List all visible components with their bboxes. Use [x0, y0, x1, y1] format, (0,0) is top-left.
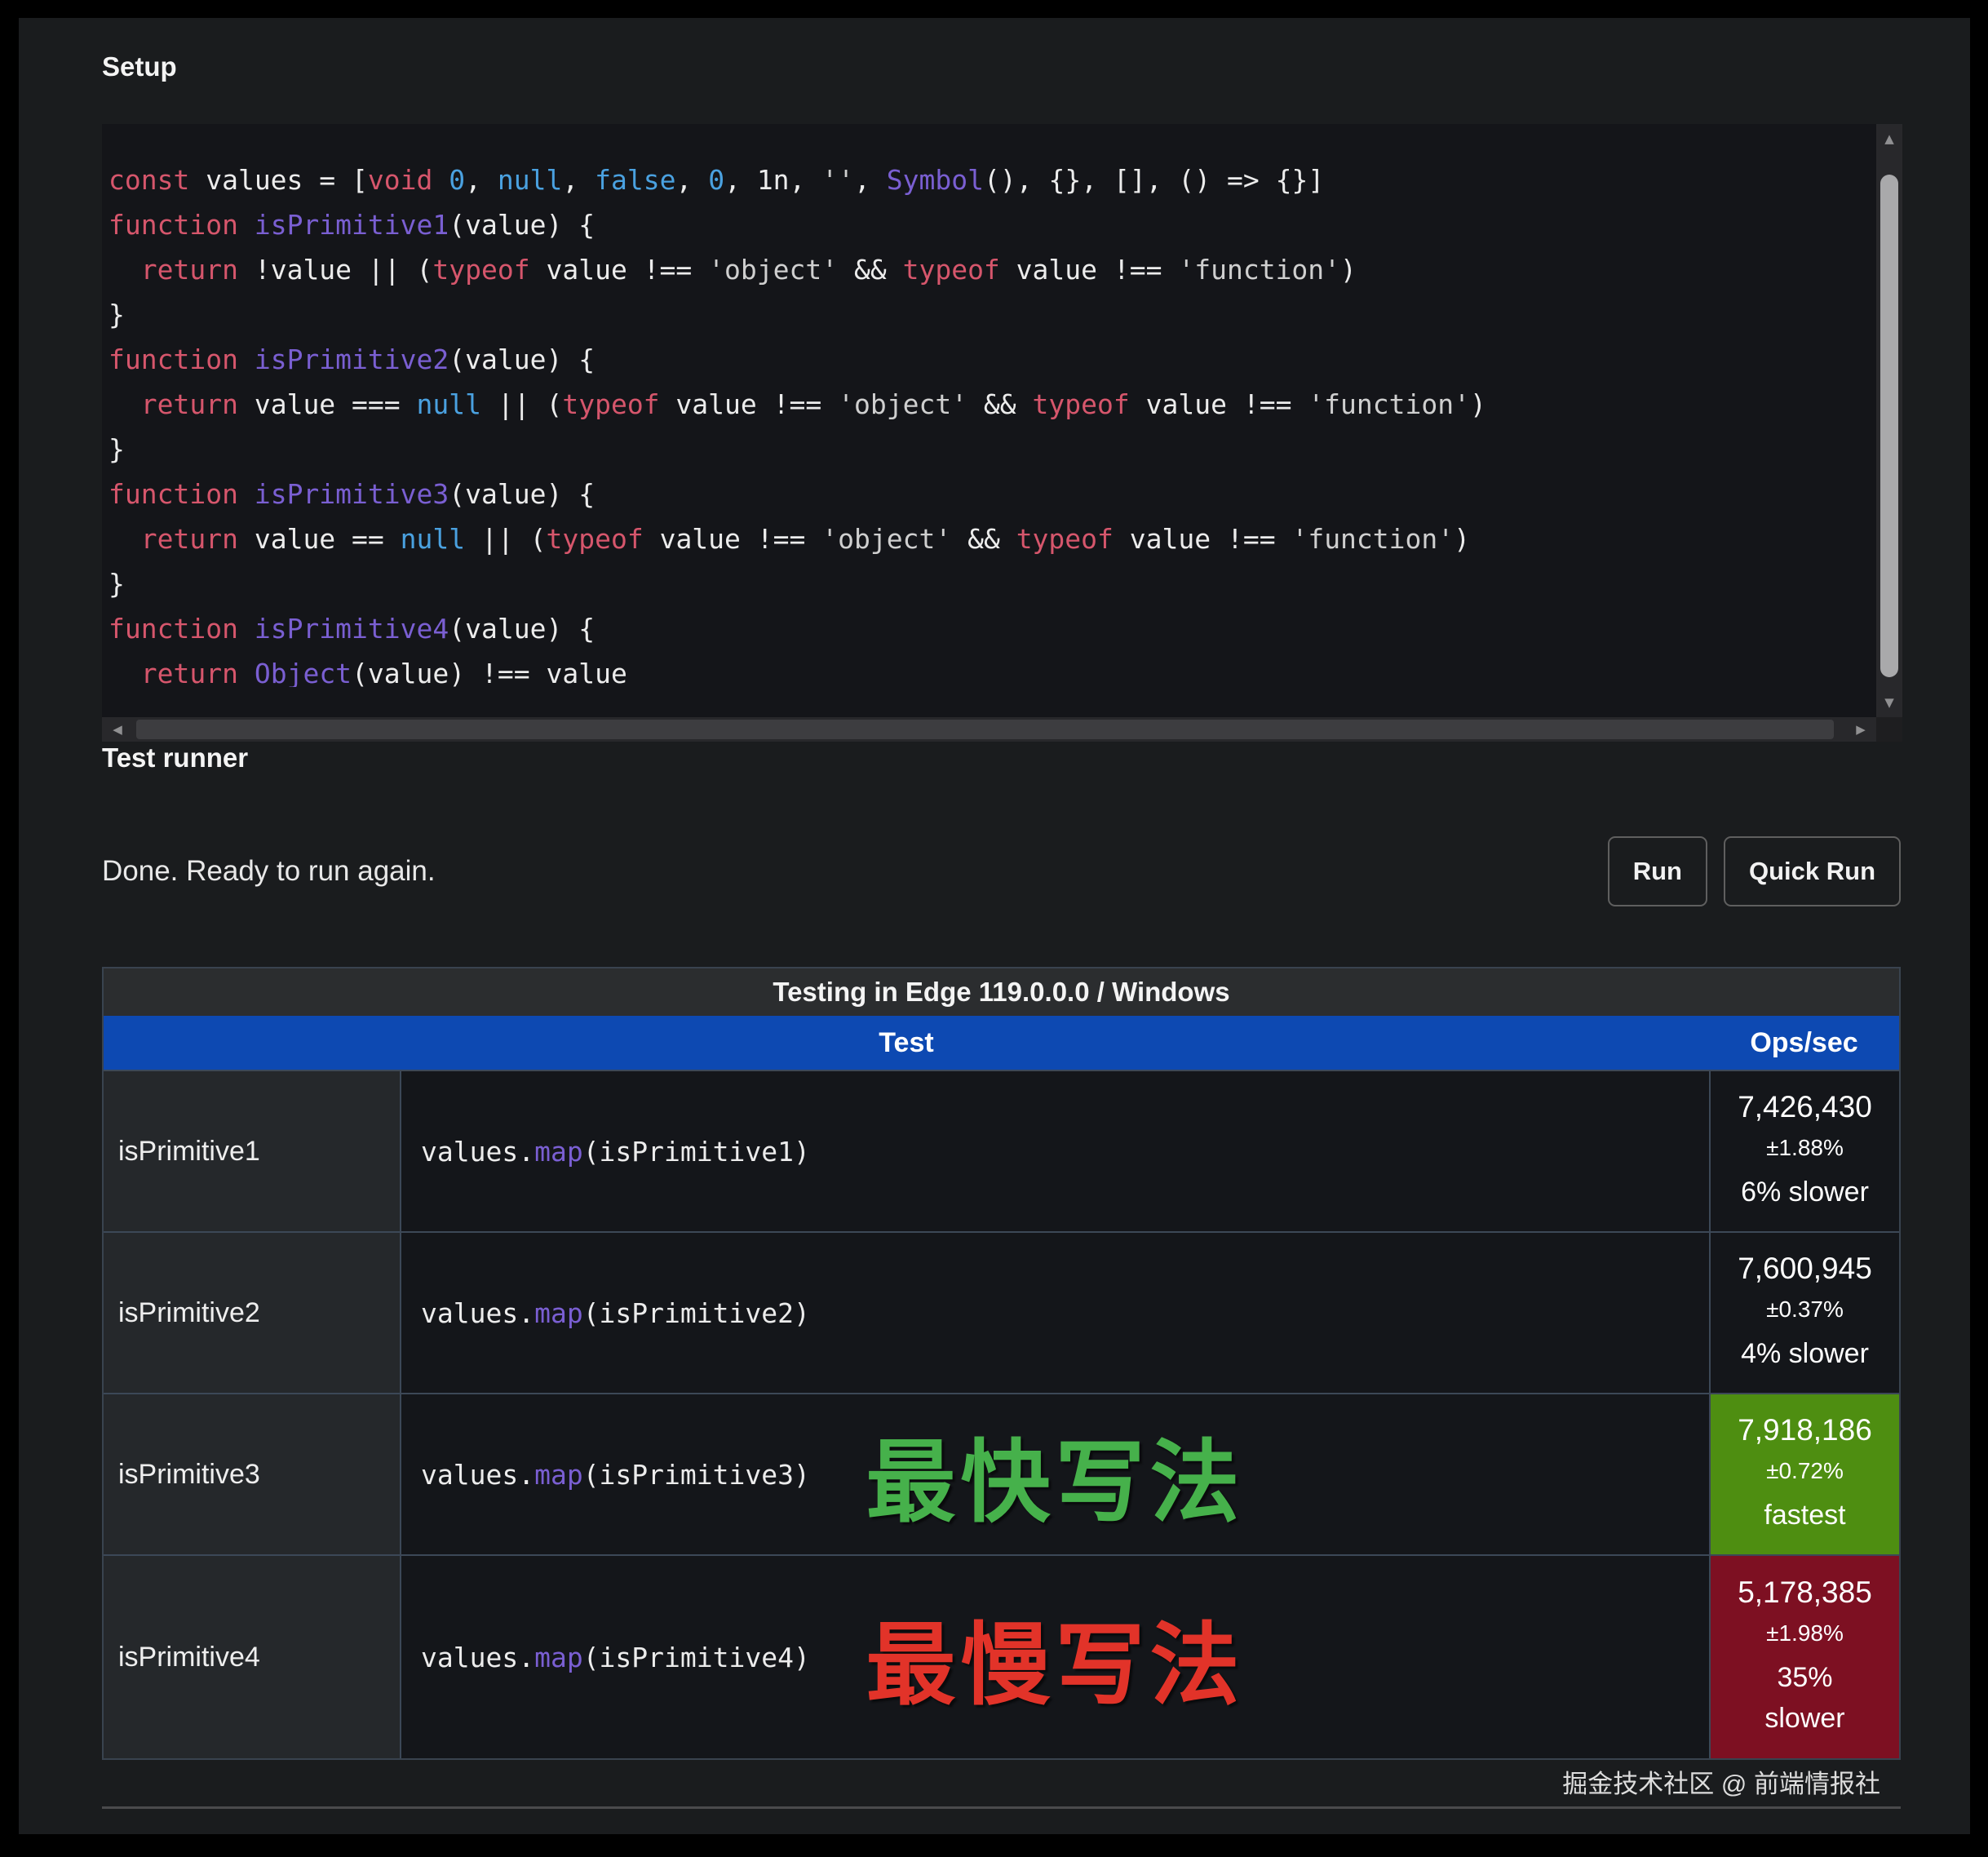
ops-value: 7,600,945 — [1738, 1252, 1872, 1286]
annotation-overlay: 最慢写法 — [866, 1592, 1245, 1722]
test-name-cell: isPrimitive4 — [104, 1556, 401, 1758]
ops-status: 4% slower — [1741, 1333, 1869, 1374]
test-name-cell: isPrimitive2 — [104, 1233, 401, 1393]
test-name-cell: isPrimitive3 — [104, 1394, 401, 1554]
test-runner-bar: Done. Ready to run again. Run Quick Run — [102, 836, 1901, 906]
runner-buttons: Run Quick Run — [1608, 836, 1901, 906]
runner-status: Done. Ready to run again. — [102, 855, 436, 888]
test-code: values.map(isPrimitive1) — [421, 1136, 810, 1168]
ops-cell: 5,178,385 ±1.98% 35%slower — [1709, 1556, 1899, 1758]
test-name: isPrimitive4 — [118, 1642, 260, 1673]
ops-status: 6% slower — [1741, 1172, 1869, 1212]
ops-error-margin: ±1.88% — [1766, 1135, 1844, 1161]
result-row: isPrimitive4 values.map(isPrimitive4) 最慢… — [104, 1554, 1899, 1758]
test-name: isPrimitive2 — [118, 1297, 260, 1329]
setup-heading: Setup — [102, 18, 1970, 83]
setup-code-editor[interactable]: const values = [void 0, null, false, 0, … — [102, 124, 1902, 742]
results-header: Test Ops/sec — [104, 1016, 1899, 1070]
scroll-right-arrow-icon[interactable]: ▶ — [1847, 717, 1875, 742]
test-code-cell: values.map(isPrimitive3) 最快写法 — [401, 1394, 1709, 1554]
test-code-cell: values.map(isPrimitive2) — [401, 1233, 1709, 1393]
ops-value: 5,178,385 — [1738, 1576, 1872, 1610]
ops-error-margin: ±1.98% — [1766, 1620, 1844, 1646]
ops-error-margin: ±0.37% — [1766, 1296, 1844, 1323]
ops-cell: 7,600,945 ±0.37% 4% slower — [1709, 1233, 1899, 1393]
benchmark-panel: Setup const values = [void 0, null, fals… — [19, 18, 1970, 1834]
result-row: isPrimitive2 values.map(isPrimitive2) 7,… — [104, 1231, 1899, 1393]
scroll-down-arrow-icon[interactable]: ▼ — [1876, 689, 1902, 716]
horizontal-scrollbar[interactable]: ◀ ▶ — [102, 717, 1876, 742]
watermark: 掘金技术社区 @ 前端情报社 — [19, 1763, 1880, 1800]
vertical-scrollbar[interactable]: ▲ ▼ — [1876, 124, 1902, 717]
test-runner-heading: Test runner — [102, 742, 1970, 774]
test-name: isPrimitive1 — [118, 1136, 260, 1168]
column-header-ops: Ops/sec — [1709, 1016, 1899, 1070]
test-code: values.map(isPrimitive3) — [421, 1459, 810, 1491]
setup-code[interactable]: const values = [void 0, null, false, 0, … — [108, 157, 1870, 687]
ops-cell: 7,426,430 ±1.88% 6% slower — [1709, 1071, 1899, 1231]
test-code: values.map(isPrimitive2) — [421, 1297, 810, 1329]
test-code-cell: values.map(isPrimitive4) 最慢写法 — [401, 1556, 1709, 1758]
scrollbar-corner — [1876, 717, 1902, 742]
results-rows: isPrimitive1 values.map(isPrimitive1) 7,… — [104, 1070, 1899, 1758]
scroll-up-arrow-icon[interactable]: ▲ — [1876, 126, 1902, 152]
test-code: values.map(isPrimitive4) — [421, 1642, 810, 1673]
ops-status: fastest — [1764, 1495, 1845, 1536]
scroll-left-arrow-icon[interactable]: ◀ — [104, 717, 131, 742]
vertical-scroll-thumb[interactable] — [1880, 175, 1898, 677]
test-code-cell: values.map(isPrimitive1) — [401, 1071, 1709, 1231]
test-name-cell: isPrimitive1 — [104, 1071, 401, 1231]
run-button[interactable]: Run — [1608, 836, 1707, 906]
results-caption: Testing in Edge 119.0.0.0 / Windows — [104, 968, 1899, 1016]
quick-run-button[interactable]: Quick Run — [1724, 836, 1901, 906]
ops-status: 35%slower — [1764, 1657, 1844, 1739]
page: { "colors": { "header_blue": "#0d49b2", … — [0, 0, 1988, 1857]
ops-error-margin: ±0.72% — [1766, 1458, 1844, 1484]
result-row: isPrimitive1 values.map(isPrimitive1) 7,… — [104, 1070, 1899, 1231]
annotation-overlay: 最快写法 — [866, 1409, 1245, 1540]
result-row: isPrimitive3 values.map(isPrimitive3) 最快… — [104, 1393, 1899, 1554]
ops-cell: 7,918,186 ±0.72% fastest — [1709, 1394, 1899, 1554]
horizontal-scroll-thumb[interactable] — [136, 720, 1834, 739]
ops-value: 7,918,186 — [1738, 1413, 1872, 1447]
ops-value: 7,426,430 — [1738, 1090, 1872, 1124]
test-name: isPrimitive3 — [118, 1459, 260, 1491]
column-header-test: Test — [104, 1016, 1709, 1070]
results-table: Testing in Edge 119.0.0.0 / Windows Test… — [102, 967, 1901, 1760]
footer-divider — [102, 1806, 1901, 1809]
